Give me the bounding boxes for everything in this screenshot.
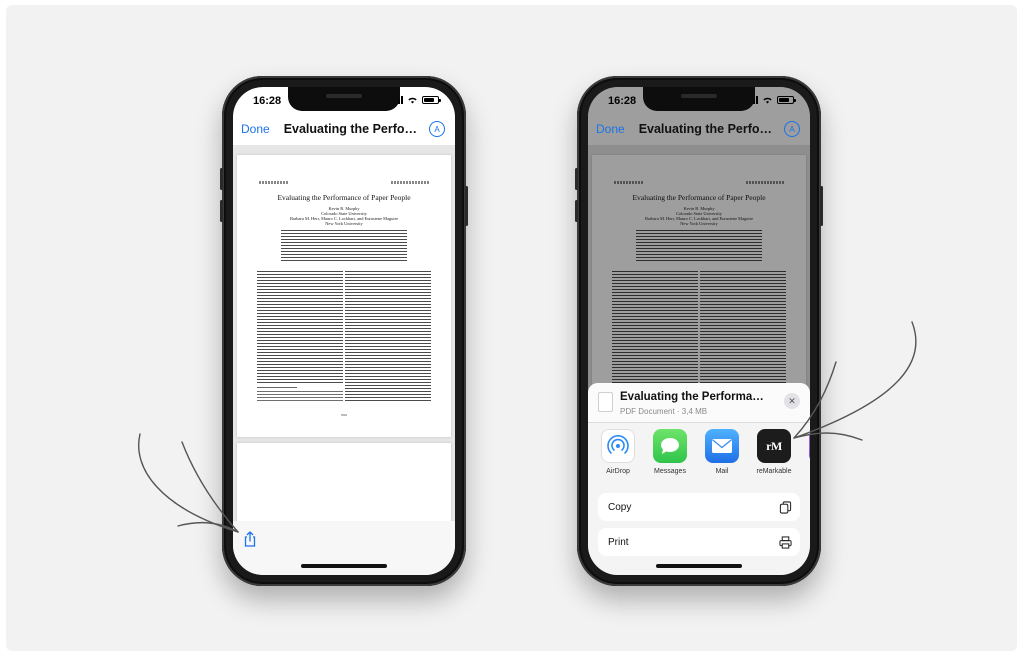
share-sheet-header: Evaluating the Performance of... PDF Doc… — [588, 383, 810, 423]
share-sheet: Evaluating the Performance of... PDF Doc… — [588, 383, 810, 575]
volume-down-button — [220, 200, 223, 222]
battery-icon — [777, 96, 796, 104]
share-app-messages[interactable]: Messages — [648, 429, 692, 487]
paper-body-column — [345, 271, 431, 401]
side-button — [465, 186, 468, 226]
print-icon — [779, 535, 792, 549]
paper-title: Evaluating the Performance of Paper Peop… — [277, 193, 411, 202]
markup-icon[interactable]: A — [784, 121, 800, 137]
close-icon[interactable]: ✕ — [784, 393, 800, 409]
paper-abstract — [281, 230, 407, 262]
print-label: Print — [608, 536, 629, 548]
done-button[interactable]: Done — [596, 122, 625, 136]
markup-icon[interactable]: A — [429, 121, 445, 137]
paper-body-column — [257, 271, 343, 383]
phone-right: 16:28 Done Evaluating the Performance...… — [575, 76, 823, 586]
phone-screen: 16:28 Done Evaluating the Performance...… — [588, 87, 810, 575]
share-document-subtitle: PDF Document · 3,4 MB — [620, 407, 708, 416]
mail-icon — [705, 429, 739, 463]
share-app-more[interactable]: Mo — [804, 429, 810, 487]
airdrop-icon — [601, 429, 635, 463]
document-thumbnail — [598, 392, 613, 412]
share-app-airdrop[interactable]: AirDrop — [596, 429, 640, 487]
paper-authors: Kevin R. Murphy Colorado State Universit… — [289, 206, 399, 226]
notch — [288, 87, 400, 111]
status-time: 16:28 — [608, 95, 637, 107]
share-icon[interactable] — [243, 531, 257, 547]
notch — [643, 87, 755, 111]
volume-down-button — [575, 200, 578, 222]
document-title: Evaluating the Performance... — [283, 122, 419, 136]
copy-action[interactable]: Copy — [598, 493, 800, 521]
app-label: Messages — [654, 468, 686, 475]
copy-label: Copy — [608, 501, 632, 513]
wifi-icon — [763, 97, 772, 104]
viewer-nav-bar: Done Evaluating the Performance... A — [233, 115, 455, 143]
app-label: AirDrop — [606, 468, 630, 475]
viewer-nav-bar: Done Evaluating the Performance... A — [588, 115, 810, 143]
battery-icon — [422, 96, 441, 104]
page-number: xxx — [341, 412, 347, 417]
pdf-page: Evaluating the Performance of Paper Peop… — [237, 155, 451, 437]
side-button — [820, 186, 823, 226]
share-app-remarkable[interactable]: rM reMarkable — [752, 429, 796, 487]
print-action[interactable]: Print — [598, 528, 800, 556]
messages-icon — [653, 429, 687, 463]
app-label: Mail — [715, 468, 729, 475]
volume-up-button — [220, 168, 223, 190]
copy-icon — [779, 500, 792, 514]
wifi-icon — [408, 97, 417, 104]
share-document-title: Evaluating the Performance of... — [620, 391, 770, 403]
document-title: Evaluating the Performance... — [638, 122, 774, 136]
document-viewer[interactable]: Evaluating the Performance of Paper Peop… — [233, 145, 455, 521]
phone-screen: 16:28 Done Evaluating the Performance...… — [233, 87, 455, 575]
remarkable-icon: rM — [757, 429, 791, 463]
share-actions: Copy Print — [598, 493, 800, 563]
done-button[interactable]: Done — [241, 122, 270, 136]
home-indicator — [301, 564, 387, 568]
status-time: 16:28 — [253, 95, 282, 107]
app-label: reMarkable — [756, 468, 792, 475]
home-indicator — [656, 564, 742, 568]
share-app-row[interactable]: AirDrop Messages Mail rM reMarkable — [588, 429, 810, 487]
volume-up-button — [575, 168, 578, 190]
share-app-mail[interactable]: Mail — [700, 429, 744, 487]
bottom-toolbar — [233, 521, 455, 575]
pdf-page — [237, 443, 451, 521]
more-app-icon — [809, 429, 810, 463]
paper-footnote — [257, 391, 343, 403]
illustration-card — [6, 5, 1017, 651]
phone-left: 16:28 Done Evaluating the Performance...… — [220, 76, 468, 586]
